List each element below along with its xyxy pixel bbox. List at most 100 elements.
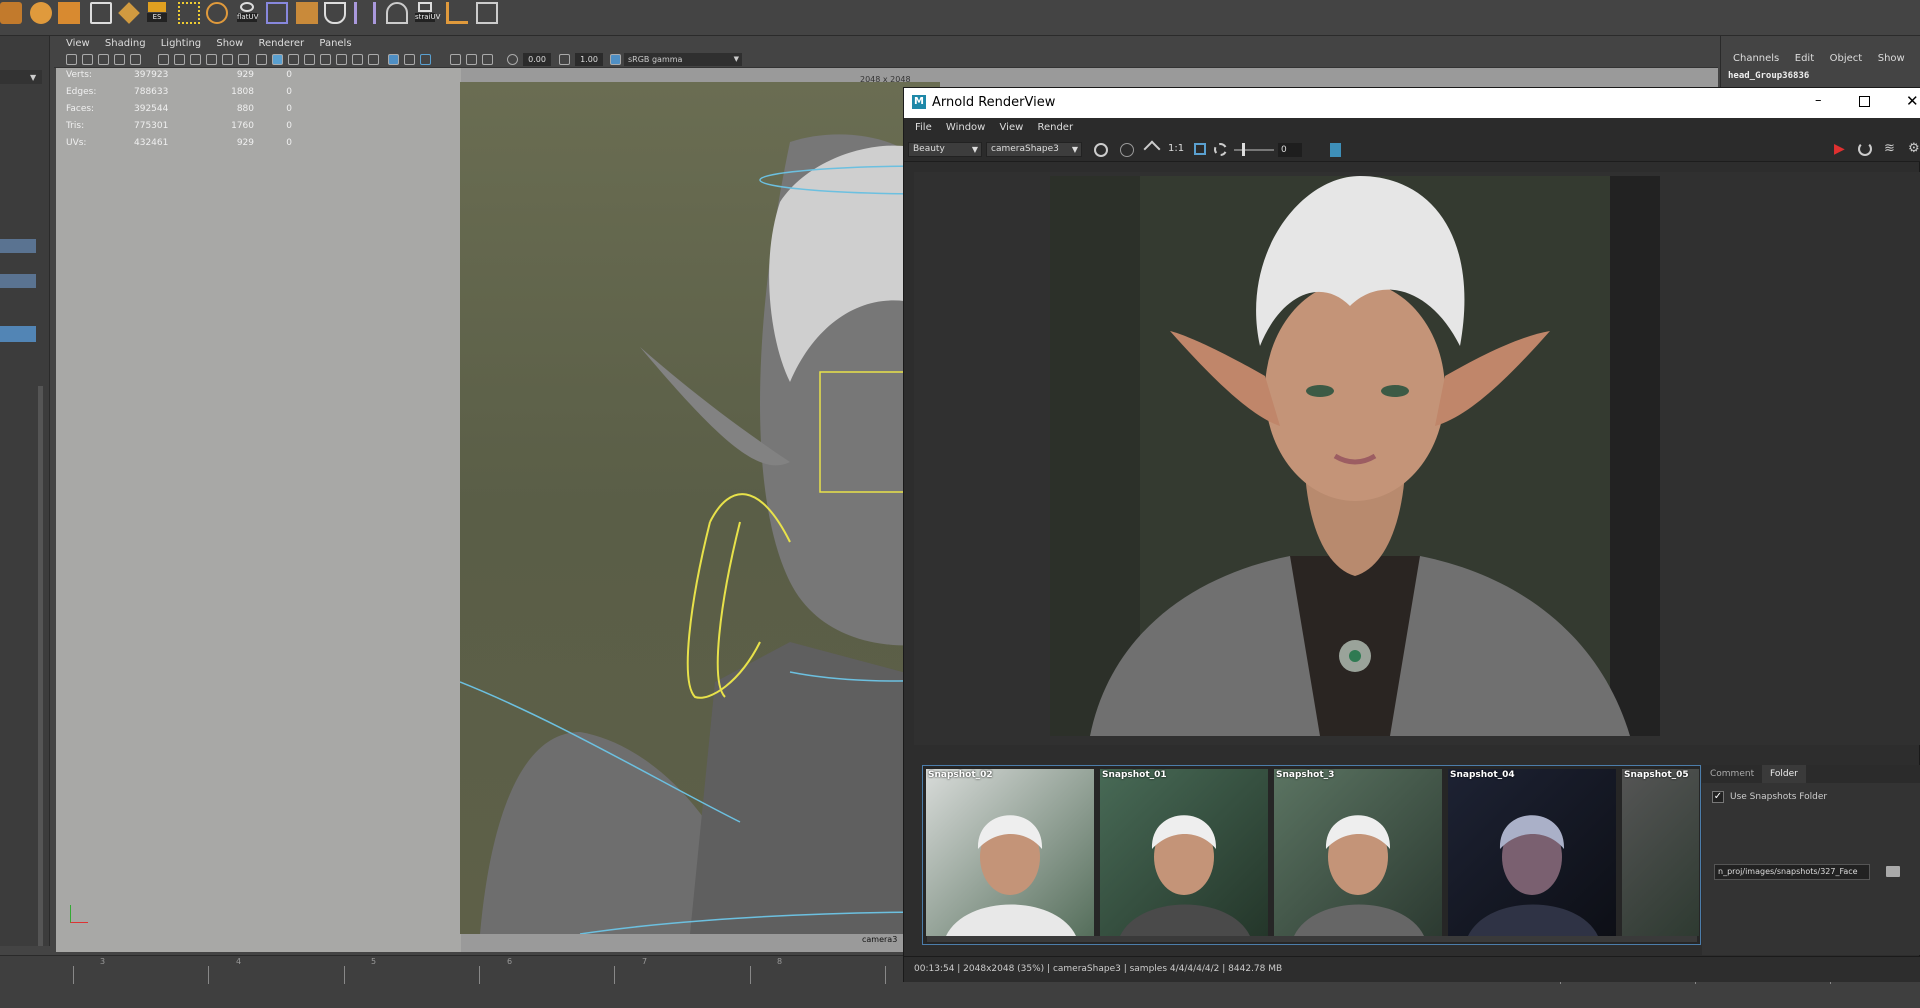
gamma-field[interactable]: 1.00 — [575, 53, 603, 66]
grid-icon[interactable] — [90, 2, 112, 24]
scrollbar[interactable] — [38, 386, 43, 946]
menu-file[interactable]: File — [915, 118, 932, 138]
2d-pan-icon[interactable] — [130, 54, 141, 65]
aov-dropdown[interactable]: Beauty ▼ — [908, 142, 982, 157]
flatuv-icon[interactable]: flatUV — [236, 2, 258, 24]
snapshot-thumbnail[interactable]: Snapshot_02 — [926, 769, 1094, 936]
pattern-icon[interactable] — [178, 2, 200, 24]
es-icon[interactable]: ES — [146, 2, 168, 24]
channel-alpha-icon[interactable] — [1120, 143, 1134, 157]
region-icon[interactable] — [1194, 143, 1206, 155]
magnet-icon[interactable] — [324, 2, 346, 24]
snapshot-thumbnail[interactable]: Snapshot_3 — [1274, 769, 1442, 936]
exposure-field[interactable]: 0 — [1278, 143, 1302, 157]
refresh-icon[interactable] — [1858, 142, 1872, 156]
camera-move-icon[interactable] — [466, 54, 477, 65]
use-snapshots-folder-checkbox[interactable]: ✓ — [1712, 791, 1724, 803]
wireframe-on-shaded-icon[interactable] — [304, 54, 315, 65]
safe-action-icon[interactable] — [238, 54, 249, 65]
settings-icon[interactable]: ⚙ — [1908, 141, 1920, 156]
channel-menu-show[interactable]: Show — [1878, 47, 1905, 71]
menu-view[interactable]: View — [1000, 118, 1024, 138]
tab-folder[interactable]: Folder — [1762, 765, 1806, 783]
viewport-menu-shading[interactable]: Shading — [105, 36, 146, 52]
color-space-dropdown[interactable]: sRGB gamma ▼ — [624, 53, 742, 66]
tool-icon[interactable] — [476, 2, 498, 24]
tool-icon[interactable] — [0, 2, 22, 24]
folder-icon[interactable] — [1886, 866, 1900, 877]
viewport-menu-renderer[interactable]: Renderer — [259, 36, 305, 52]
select-icon[interactable] — [450, 54, 461, 65]
exposure-slider[interactable] — [1234, 149, 1274, 151]
list-item[interactable] — [0, 274, 36, 288]
bend-icon[interactable] — [386, 2, 408, 24]
xray-active-icon[interactable] — [420, 54, 431, 65]
wireframe-icon[interactable] — [256, 54, 267, 65]
camera-dropdown[interactable]: cameraShape3 ▼ — [986, 142, 1082, 157]
snapshot-thumbnail[interactable]: Snapshot_05 — [1622, 769, 1699, 936]
channel-rgb-icon[interactable] — [1094, 143, 1108, 157]
lattice-icon[interactable] — [446, 2, 468, 24]
diamond-icon[interactable] — [118, 2, 140, 24]
film-gate-icon[interactable] — [174, 54, 185, 65]
viewport-menu-view[interactable]: View — [66, 36, 90, 52]
gamma-icon[interactable] — [559, 54, 570, 65]
camera-attr-icon[interactable] — [82, 54, 93, 65]
ipr-icon[interactable]: ≋ — [1884, 141, 1895, 156]
minimize-icon[interactable]: – — [1815, 93, 1822, 108]
snapshot-thumbnail[interactable]: Snapshot_01 — [1100, 769, 1268, 936]
gate-mask-icon[interactable] — [206, 54, 217, 65]
xray-icon[interactable] — [320, 54, 331, 65]
list-item-selected[interactable] — [0, 326, 36, 342]
selected-object-name[interactable]: head_Group36836 — [1728, 71, 1920, 81]
snapshot-folder-path-input[interactable]: n_proj/images/snapshots/327_Face — [1714, 864, 1870, 880]
grid-icon[interactable] — [158, 54, 169, 65]
exposure-icon[interactable] — [507, 54, 518, 65]
smooth-shade-icon[interactable] — [272, 54, 283, 65]
fit-icon[interactable] — [1143, 140, 1161, 158]
chevron-down-icon[interactable]: ▼ — [30, 73, 36, 82]
menu-window[interactable]: Window — [946, 118, 985, 138]
ambient-occlusion-icon[interactable] — [368, 54, 379, 65]
mesh-icon[interactable] — [266, 2, 288, 24]
channel-menu-object[interactable]: Object — [1830, 47, 1863, 71]
isolate-select-icon[interactable] — [388, 54, 399, 65]
wheel-icon[interactable] — [206, 2, 228, 24]
tab-comment[interactable]: Comment — [1702, 765, 1762, 783]
maximize-icon[interactable] — [1859, 96, 1870, 107]
grease-pencil-icon[interactable] — [482, 54, 493, 65]
shadows-icon[interactable] — [352, 54, 363, 65]
sphere-icon[interactable] — [30, 2, 52, 24]
render-play-icon[interactable]: ▶ — [1834, 141, 1845, 157]
bookmark-icon[interactable] — [98, 54, 109, 65]
channel-menu-channels[interactable]: Channels — [1733, 47, 1779, 71]
field-chart-icon[interactable] — [222, 54, 233, 65]
channel-menu-edit[interactable]: Edit — [1795, 47, 1814, 71]
resolution-gate-icon[interactable] — [190, 54, 201, 65]
snapshot-scrollbar[interactable] — [927, 936, 1697, 942]
image-plane-icon[interactable] — [114, 54, 125, 65]
camera-icon[interactable] — [66, 54, 77, 65]
curve-icon[interactable] — [354, 2, 376, 24]
box-icon[interactable] — [296, 2, 318, 24]
default-material-icon[interactable] — [288, 54, 299, 65]
window-titlebar[interactable]: M Arnold RenderView – ✕ — [904, 88, 1920, 118]
exposure-slider-handle[interactable] — [1242, 143, 1245, 156]
exposure-icon[interactable] — [1214, 143, 1227, 156]
viewport-menu-lighting[interactable]: Lighting — [161, 36, 201, 52]
close-icon[interactable]: ✕ — [1906, 92, 1919, 110]
list-item[interactable] — [0, 239, 36, 253]
viewport-menu-show[interactable]: Show — [216, 36, 243, 52]
straiuv-icon[interactable]: straiUV — [414, 2, 440, 24]
xray-joints-icon[interactable] — [404, 54, 415, 65]
viewport-scene[interactable] — [459, 82, 1101, 935]
cube-icon[interactable] — [58, 2, 80, 24]
exposure-field[interactable]: 0.00 — [523, 53, 551, 66]
snapshot-thumbnail[interactable]: Snapshot_04 — [1448, 769, 1616, 936]
menu-render[interactable]: Render — [1037, 118, 1073, 138]
ratio-button[interactable]: 1:1 — [1168, 143, 1184, 154]
log-icon[interactable] — [1330, 143, 1341, 157]
color-management-icon[interactable] — [610, 54, 621, 65]
light-icon[interactable] — [336, 54, 347, 65]
viewport-menu-panels[interactable]: Panels — [319, 36, 351, 52]
